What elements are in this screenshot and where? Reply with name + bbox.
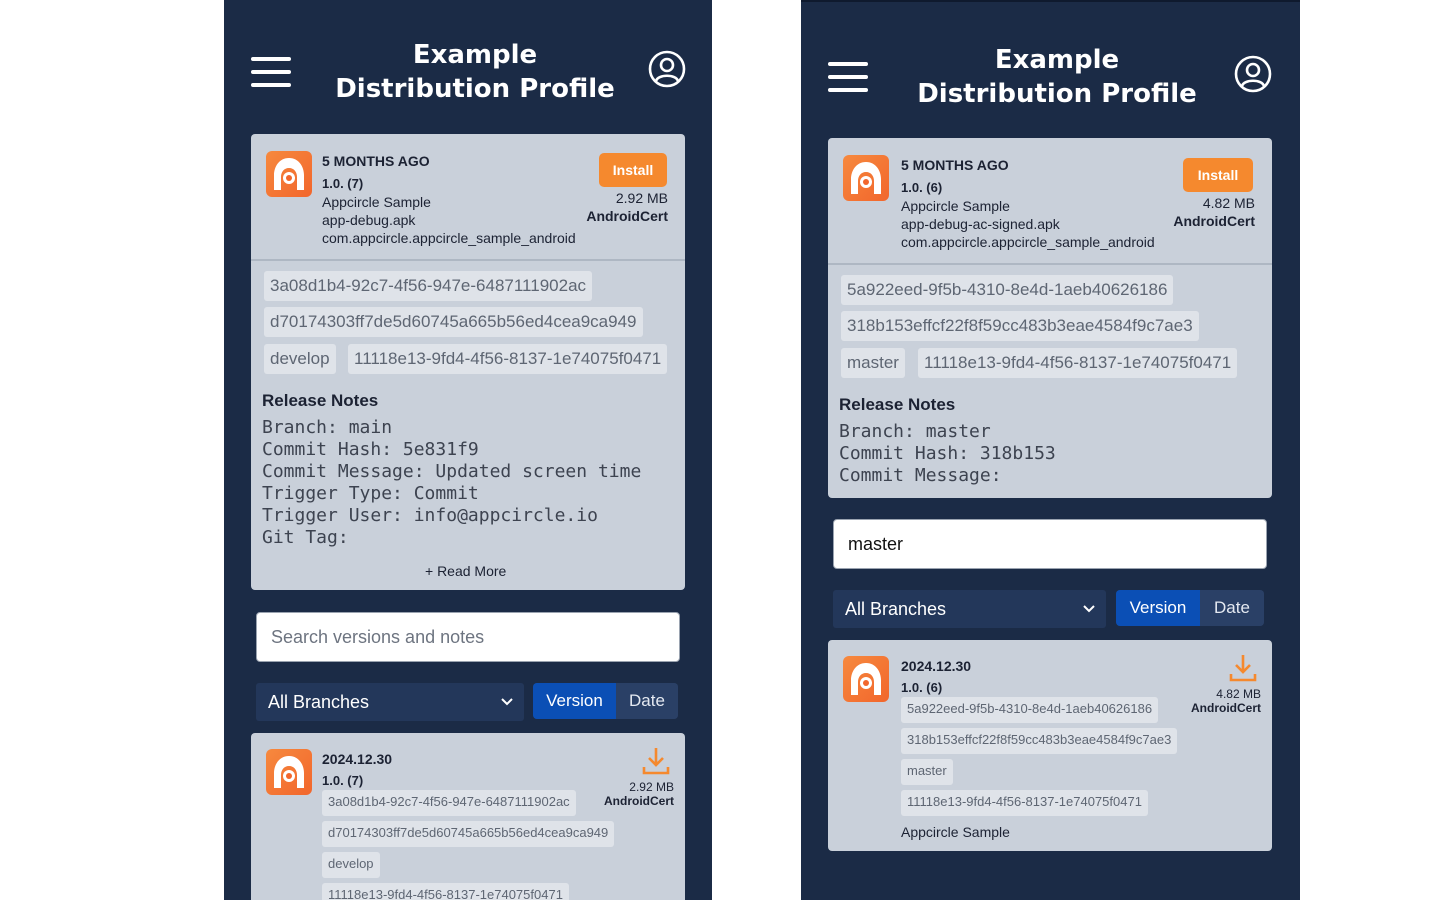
file-size: 2.92 MB <box>629 780 674 794</box>
release-notes-title: Release Notes <box>262 391 379 410</box>
build-date: 2024.12.30 <box>901 658 972 674</box>
chevron-down-icon <box>1083 605 1095 613</box>
menu-icon[interactable] <box>251 57 291 87</box>
page-title: Example Distribution Profile <box>917 45 1197 109</box>
user-profile-icon[interactable] <box>1234 55 1272 93</box>
download-icon[interactable] <box>640 745 672 777</box>
certificate-label: AndroidCert <box>1191 701 1261 715</box>
chip-branch: master <box>841 348 905 378</box>
sort-version-button[interactable]: Version <box>1116 590 1200 626</box>
file-name: app-debug.apk <box>322 212 416 228</box>
chip-branch: develop <box>322 852 380 878</box>
chip-build-id: 3a08d1b4-92c7-4f56-947e-6487111902ac <box>322 790 576 816</box>
chip-branch: master <box>901 759 953 785</box>
file-size: 4.82 MB <box>1216 687 1261 701</box>
chip-workflow-id: 11118e13-9fd4-4f56-8137-1e74075f0471 <box>901 790 1148 816</box>
chip-workflow-id: 11118e13-9fd4-4f56-8137-1e74075f0471 <box>322 883 569 900</box>
chip-workflow-id: 11118e13-9fd4-4f56-8137-1e74075f0471 <box>348 344 668 374</box>
version-list-item[interactable]: 2024.12.30 1.0. (7) 3a08d1b4-92c7-4f56-9… <box>251 733 685 900</box>
install-button[interactable]: Install <box>599 153 667 187</box>
app-logo-icon <box>266 151 312 197</box>
search-input[interactable] <box>833 519 1267 569</box>
app-logo-icon <box>843 656 889 702</box>
build-date: 2024.12.30 <box>322 751 393 767</box>
branch-select-value: All Branches <box>845 598 947 619</box>
chip-build-id: 5a922eed-9f5b-4310-8e4d-1aeb40626186 <box>901 697 1159 723</box>
branch-select[interactable]: All Branches <box>833 590 1106 628</box>
download-icon[interactable] <box>1227 652 1259 684</box>
file-size: 4.82 MB <box>1202 195 1255 211</box>
package-name: com.appcircle.appcircle_sample_android <box>901 234 1155 250</box>
branch-select[interactable]: All Branches <box>256 683 524 721</box>
file-size: 2.92 MB <box>615 190 668 206</box>
latest-build-card: 5 MONTHS AGO 1.0. (6) Appcircle Sample a… <box>828 138 1272 498</box>
package-name: com.appcircle.appcircle_sample_android <box>322 230 576 246</box>
release-time: 5 MONTHS AGO <box>901 157 1009 173</box>
app-name: Appcircle Sample <box>901 824 1010 840</box>
file-name: app-debug-ac-signed.apk <box>901 216 1060 232</box>
app-name: Appcircle Sample <box>901 198 1010 214</box>
read-more-link[interactable]: + Read More <box>425 563 506 579</box>
page-title: Example Distribution Profile <box>335 40 615 104</box>
chip-commit-hash: 318b153effcf22f8f59cc483b3eae4584f9c7ae3 <box>901 728 1178 754</box>
chip-branch: develop <box>264 344 336 374</box>
version-label: 1.0. (6) <box>901 180 943 195</box>
menu-icon[interactable] <box>828 62 868 92</box>
chip-commit-hash: d70174303ff7de5d60745a665b56ed4cea9ca949 <box>264 307 643 337</box>
sort-toggle: Version Date <box>1116 590 1264 626</box>
sort-toggle: Version Date <box>533 683 678 719</box>
version-label: 1.0. (7) <box>322 773 364 788</box>
certificate-label: AndroidCert <box>604 794 674 808</box>
release-notes-body: Branch: master Commit Hash: 318b153 Comm… <box>839 421 1056 486</box>
sort-date-button[interactable]: Date <box>1200 590 1264 626</box>
version-label: 1.0. (7) <box>322 176 364 191</box>
chip-commit-hash: d70174303ff7de5d60745a665b56ed4cea9ca949 <box>322 821 615 847</box>
chip-build-id: 5a922eed-9f5b-4310-8e4d-1aeb40626186 <box>841 275 1174 305</box>
release-notes-body: Branch: main Commit Hash: 5e831f9 Commit… <box>262 417 642 548</box>
card-divider <box>828 263 1272 265</box>
branch-select-value: All Branches <box>268 691 370 712</box>
left-screen: Example Distribution Profile 5 MONTHS AG… <box>224 0 712 900</box>
sort-date-button[interactable]: Date <box>616 683 678 719</box>
user-profile-icon[interactable] <box>648 50 686 88</box>
search-input[interactable] <box>256 612 680 662</box>
install-button[interactable]: Install <box>1183 158 1253 192</box>
chevron-down-icon <box>501 698 513 706</box>
certificate-label: AndroidCert <box>1173 213 1255 229</box>
sort-version-button[interactable]: Version <box>533 683 616 719</box>
version-list-item[interactable]: 2024.12.30 1.0. (6) 5a922eed-9f5b-4310-8… <box>828 640 1272 851</box>
app-logo-icon <box>266 749 312 795</box>
version-label: 1.0. (6) <box>901 680 943 695</box>
release-time: 5 MONTHS AGO <box>322 153 430 169</box>
card-divider <box>251 259 685 261</box>
latest-build-card: 5 MONTHS AGO 1.0. (7) Appcircle Sample a… <box>251 134 685 590</box>
release-notes-title: Release Notes <box>839 395 956 414</box>
app-logo-icon <box>843 155 889 201</box>
chip-workflow-id: 11118e13-9fd4-4f56-8137-1e74075f0471 <box>918 348 1238 378</box>
chip-commit-hash: 318b153effcf22f8f59cc483b3eae4584f9c7ae3 <box>841 311 1199 341</box>
app-name: Appcircle Sample <box>322 194 431 210</box>
right-screen: Example Distribution Profile 5 MONTHS AG… <box>801 0 1300 900</box>
certificate-label: AndroidCert <box>586 208 668 224</box>
chip-build-id: 3a08d1b4-92c7-4f56-947e-6487111902ac <box>264 271 593 301</box>
